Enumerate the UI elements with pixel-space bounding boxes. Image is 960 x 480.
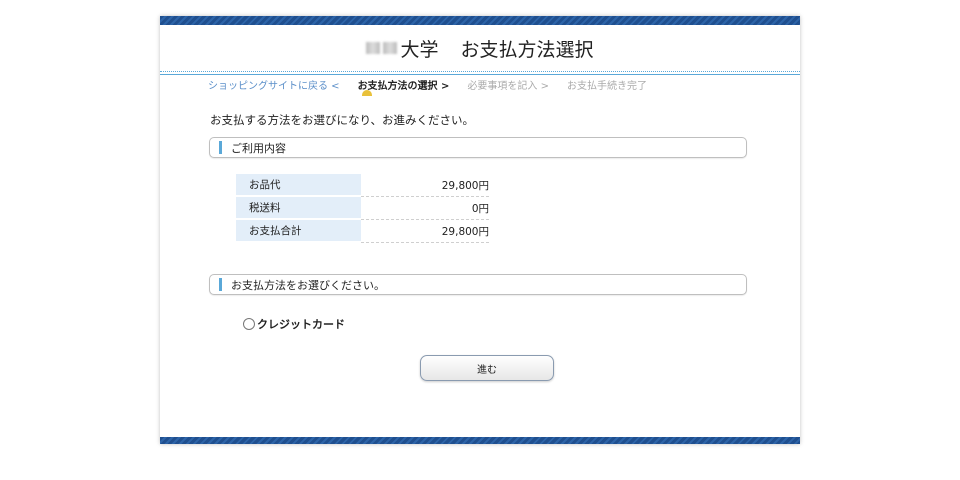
current-step-marker-icon	[361, 90, 372, 96]
redacted-block	[383, 42, 398, 54]
summary-value: 0円	[361, 197, 489, 220]
breadcrumb-current-step: お支払方法の選択 >	[357, 77, 450, 96]
section-bar-icon	[219, 141, 222, 154]
intro-text: お支払する方法をお選びになり、お進みください。	[210, 113, 475, 127]
summary-label: 税送料	[236, 197, 361, 220]
payment-section-label: お支払方法をお選びください。	[231, 278, 385, 292]
title-main: お支払方法選択	[460, 38, 594, 61]
summary-label: お支払合計	[236, 220, 361, 243]
summary-value: 29,800円	[361, 174, 489, 197]
breadcrumb: ショッピングサイトに戻る < お支払方法の選択 > 必要事項を記入 > お支払手…	[208, 77, 647, 96]
table-row: お品代 29,800円	[236, 174, 489, 197]
section-bar-icon	[219, 278, 222, 291]
breadcrumb-final-step: お支払手続き完了	[567, 81, 647, 92]
page-header: 大学 お支払方法選択	[160, 25, 800, 71]
table-row: お支払合計 29,800円	[236, 220, 489, 243]
summary-value: 29,800円	[361, 220, 489, 243]
credit-card-label: クレジットカード	[257, 318, 345, 331]
breadcrumb-next-step: 必要事項を記入 >	[467, 81, 549, 92]
redacted-block	[366, 42, 381, 54]
top-stripe	[160, 16, 800, 25]
table-row: 税送料 0円	[236, 197, 489, 220]
header-divider	[160, 71, 800, 75]
back-to-shop-link[interactable]: ショッピングサイトに戻る <	[208, 77, 340, 92]
bottom-stripe	[160, 437, 800, 444]
checkout-page: 大学 お支払方法選択 ショッピングサイトに戻る < お支払方法の選択 > 必要事…	[160, 16, 800, 444]
title-university: 大学	[400, 38, 439, 61]
credit-card-radio[interactable]	[243, 318, 255, 330]
usage-section-heading: ご利用内容	[209, 137, 747, 158]
summary-label: お品代	[236, 174, 361, 197]
payment-section-heading: お支払方法をお選びください。	[209, 274, 747, 295]
page-title: 大学 お支払方法選択	[366, 35, 594, 62]
usage-summary-table: お品代 29,800円 税送料 0円 お支払合計 29,800円	[236, 174, 489, 243]
breadcrumb-current-label: お支払方法の選択 >	[357, 81, 450, 92]
usage-section-label: ご利用内容	[231, 141, 286, 155]
payment-option-credit-card[interactable]: クレジットカード	[243, 316, 345, 332]
proceed-button[interactable]: 進む	[420, 355, 554, 381]
